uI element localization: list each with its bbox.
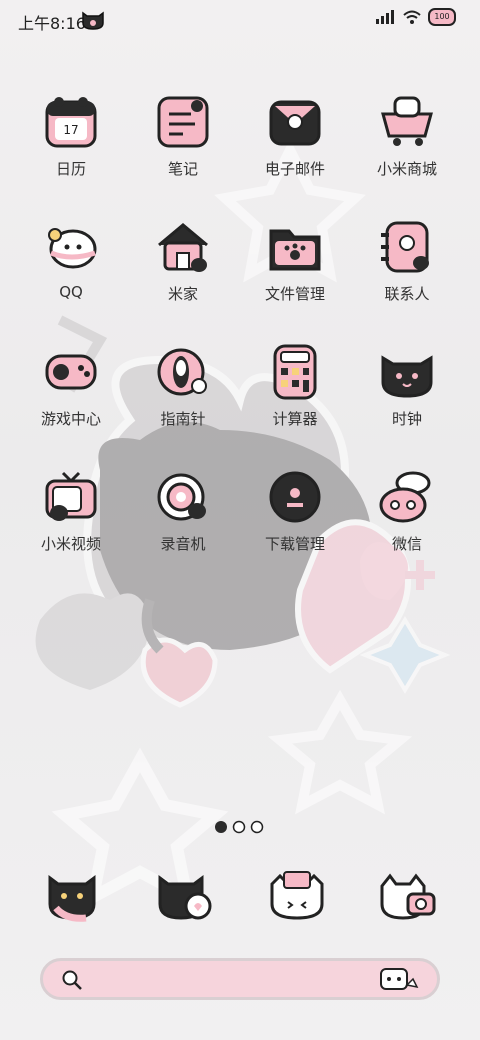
search-bar[interactable] [40,958,440,1000]
app-label: 电子邮件 [264,160,325,178]
app-label: 小米视频 [40,535,101,553]
app-file-manager[interactable]: 文件管理 [239,213,349,323]
app-compass[interactable]: 指南针 [127,338,237,448]
app-notes[interactable]: 笔记 [127,88,237,198]
app-clock[interactable]: 时钟 [351,338,461,448]
battery-indicator: 100 [428,8,456,26]
app-mi-video[interactable]: 小米视频 [15,463,125,573]
page-dot [250,820,264,834]
app-wechat[interactable]: 微信 [351,463,461,573]
app-label: 日历 [55,160,86,178]
clock-icon [381,355,433,398]
recorder-icon [157,473,206,521]
app-label: 时钟 [391,410,422,428]
qq-icon [48,228,97,269]
app-qq[interactable]: QQ [15,213,125,323]
dock [0,860,480,930]
home-icon [158,223,208,272]
page-dot [232,820,246,834]
compass-icon [157,348,207,396]
app-label: 下载管理 [264,535,325,553]
messages-icon[interactable] [154,864,216,926]
app-label: 游戏中心 [40,410,101,428]
app-label: 笔记 [167,160,198,178]
cat-head-icon [82,11,104,30]
signal-icon [376,10,394,24]
app-label: 联系人 [384,285,430,303]
app-email[interactable]: 电子邮件 [239,88,349,198]
contacts-icon [381,221,429,273]
page-dot-active [215,821,227,833]
app-calculator[interactable]: 计算器 [239,338,349,448]
app-label: 小米商城 [376,160,437,178]
status-bar: 上午8:16 100 [0,0,480,40]
search-icon [62,970,82,990]
app-game-center[interactable]: 游戏中心 [15,338,125,448]
phone-icon[interactable] [42,864,104,926]
wifi-icon [403,10,421,24]
battery-level: 100 [434,12,450,21]
folder-icon [269,229,321,271]
app-label: 指南针 [160,410,206,428]
notes-icon [157,96,209,148]
app-mi-home[interactable]: 米家 [127,213,237,323]
app-recorder[interactable]: 录音机 [127,463,237,573]
app-label: 米家 [167,285,198,303]
calculator-icon [273,344,317,400]
calendar-date: 17 [63,123,78,137]
gamepad-icon [45,354,97,390]
app-label: QQ [59,283,83,301]
app-contacts[interactable]: 联系人 [351,213,461,323]
shop-cart-icon [381,96,433,146]
app-label: 微信 [391,535,422,553]
status-time: 上午8:16 [18,14,86,33]
cat-mascot-icon [380,968,419,990]
mail-cat-icon[interactable] [266,864,328,926]
app-calendar[interactable]: 17 日历 [15,88,125,198]
camera-icon[interactable] [378,864,440,926]
download-icon [269,471,321,523]
app-label: 文件管理 [264,285,325,303]
app-label: 计算器 [272,410,318,428]
email-icon [269,100,321,146]
status-icons: 100 [376,8,456,26]
tv-icon [45,471,97,521]
page-indicator[interactable] [214,820,264,834]
app-label: 录音机 [160,535,206,553]
app-download-manager[interactable]: 下载管理 [239,463,349,573]
wechat-icon [379,471,431,523]
app-mi-store[interactable]: 小米商城 [351,88,461,198]
calendar-icon: 17 [45,97,97,148]
